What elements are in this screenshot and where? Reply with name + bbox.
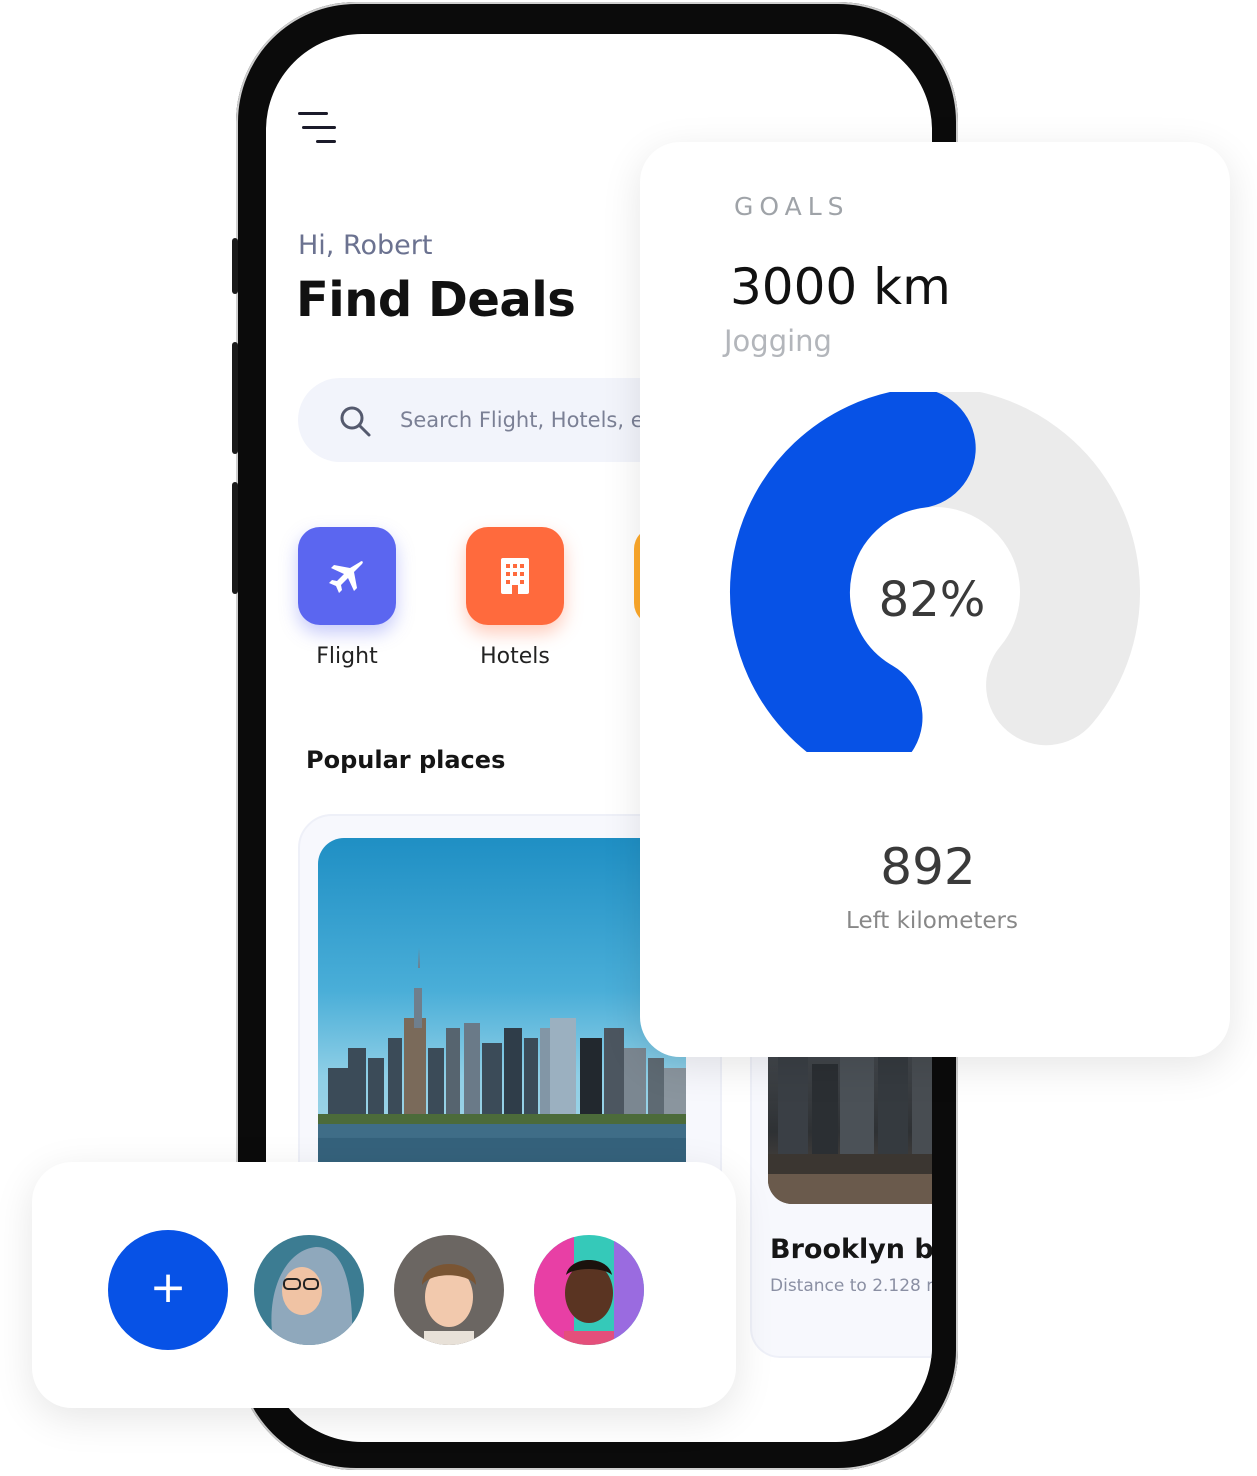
gauge-percent: 82% [878, 572, 986, 628]
search-placeholder: Search Flight, Hotels, e [400, 408, 644, 432]
airplane-icon [329, 561, 363, 593]
avatar[interactable] [254, 1235, 364, 1345]
mute-switch [232, 238, 238, 294]
remaining-value: 892 [880, 838, 976, 896]
category-label-hotels: Hotels [480, 644, 550, 669]
avatar[interactable] [394, 1235, 504, 1345]
building-icon [501, 558, 529, 594]
menu-icon[interactable] [298, 112, 338, 146]
greeting: Hi, Robert [298, 230, 433, 261]
place-title: Brooklyn br [770, 1234, 932, 1265]
goal-distance: 3000 km [730, 258, 951, 316]
category-hotels-button[interactable] [466, 527, 564, 625]
search-icon [340, 406, 371, 437]
place-subtitle: Distance to 2.128 r [770, 1276, 932, 1296]
category-label-flight: Flight [316, 644, 378, 669]
avatar-man-colorful [534, 1235, 644, 1345]
remaining-label: Left kilometers [846, 908, 1018, 934]
page-title: Find Deals [296, 272, 576, 328]
avatar-woman-hood [254, 1235, 364, 1345]
avatar[interactable] [534, 1235, 644, 1345]
popular-places-title: Popular places [306, 746, 506, 774]
volume-up-button [232, 342, 238, 454]
volume-down-button [232, 482, 238, 594]
place-photo-skyline [318, 838, 686, 1178]
goals-label: GOALS [734, 192, 850, 221]
category-flight-button[interactable] [298, 527, 396, 625]
avatar-man-curly [394, 1235, 504, 1345]
goals-card: GOALS 3000 km Jogging 82% 892 Left kilom… [640, 142, 1230, 1057]
add-friend-button[interactable]: + [108, 1230, 228, 1350]
goal-activity: Jogging [724, 324, 832, 358]
